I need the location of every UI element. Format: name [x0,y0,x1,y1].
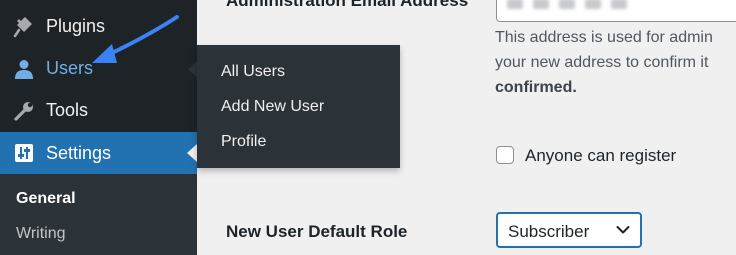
membership-checkbox[interactable] [496,146,514,164]
admin-email-label: Administration Email Address [226,0,469,10]
sidebar-item-tools[interactable]: Tools [0,90,197,130]
flyout-item-all-users[interactable]: All Users [221,63,285,81]
sidebar-item-label: Plugins [46,15,106,36]
sidebar-item-label: Settings [46,142,112,163]
redacted-email-value [507,0,627,9]
admin-sidebar: Plugins Users Tools Settings General Wri… [0,0,197,255]
default-role-label: New User Default Role [226,222,408,241]
sidebar-item-plugins[interactable]: Plugins [0,6,197,46]
sidebar-item-label: Tools [46,99,89,120]
wrench-icon [14,102,33,121]
settings-submenu: General Writing [0,174,197,255]
sidebar-item-settings[interactable]: Settings [0,132,197,174]
admin-email-input[interactable] [496,0,736,22]
user-icon [15,60,33,79]
flyout-pointer [188,61,197,77]
flyout-item-profile[interactable]: Profile [221,133,266,151]
default-role-select[interactable]: Subscriber [496,212,642,248]
sidebar-item-label: Users [46,57,94,78]
plugin-icon [13,17,32,38]
submenu-item-general[interactable]: General [16,190,76,208]
users-flyout-menu: All Users Add New User Profile [197,45,400,168]
admin-email-description: This address is used for admin [495,29,713,46]
admin-email-description: your new address to confirm it [495,54,709,71]
flyout-item-add-new-user[interactable]: Add New User [221,98,324,116]
admin-email-description: confirmed. [495,79,577,96]
membership-checkbox-label[interactable]: Anyone can register [525,146,676,166]
submenu-item-writing[interactable]: Writing [16,225,66,243]
current-menu-pointer [187,144,197,162]
settings-sliders-icon [15,144,33,162]
sidebar-item-users[interactable]: Users [0,48,197,88]
chevron-down-icon [616,226,630,234]
default-role-value: Subscriber [508,222,590,241]
